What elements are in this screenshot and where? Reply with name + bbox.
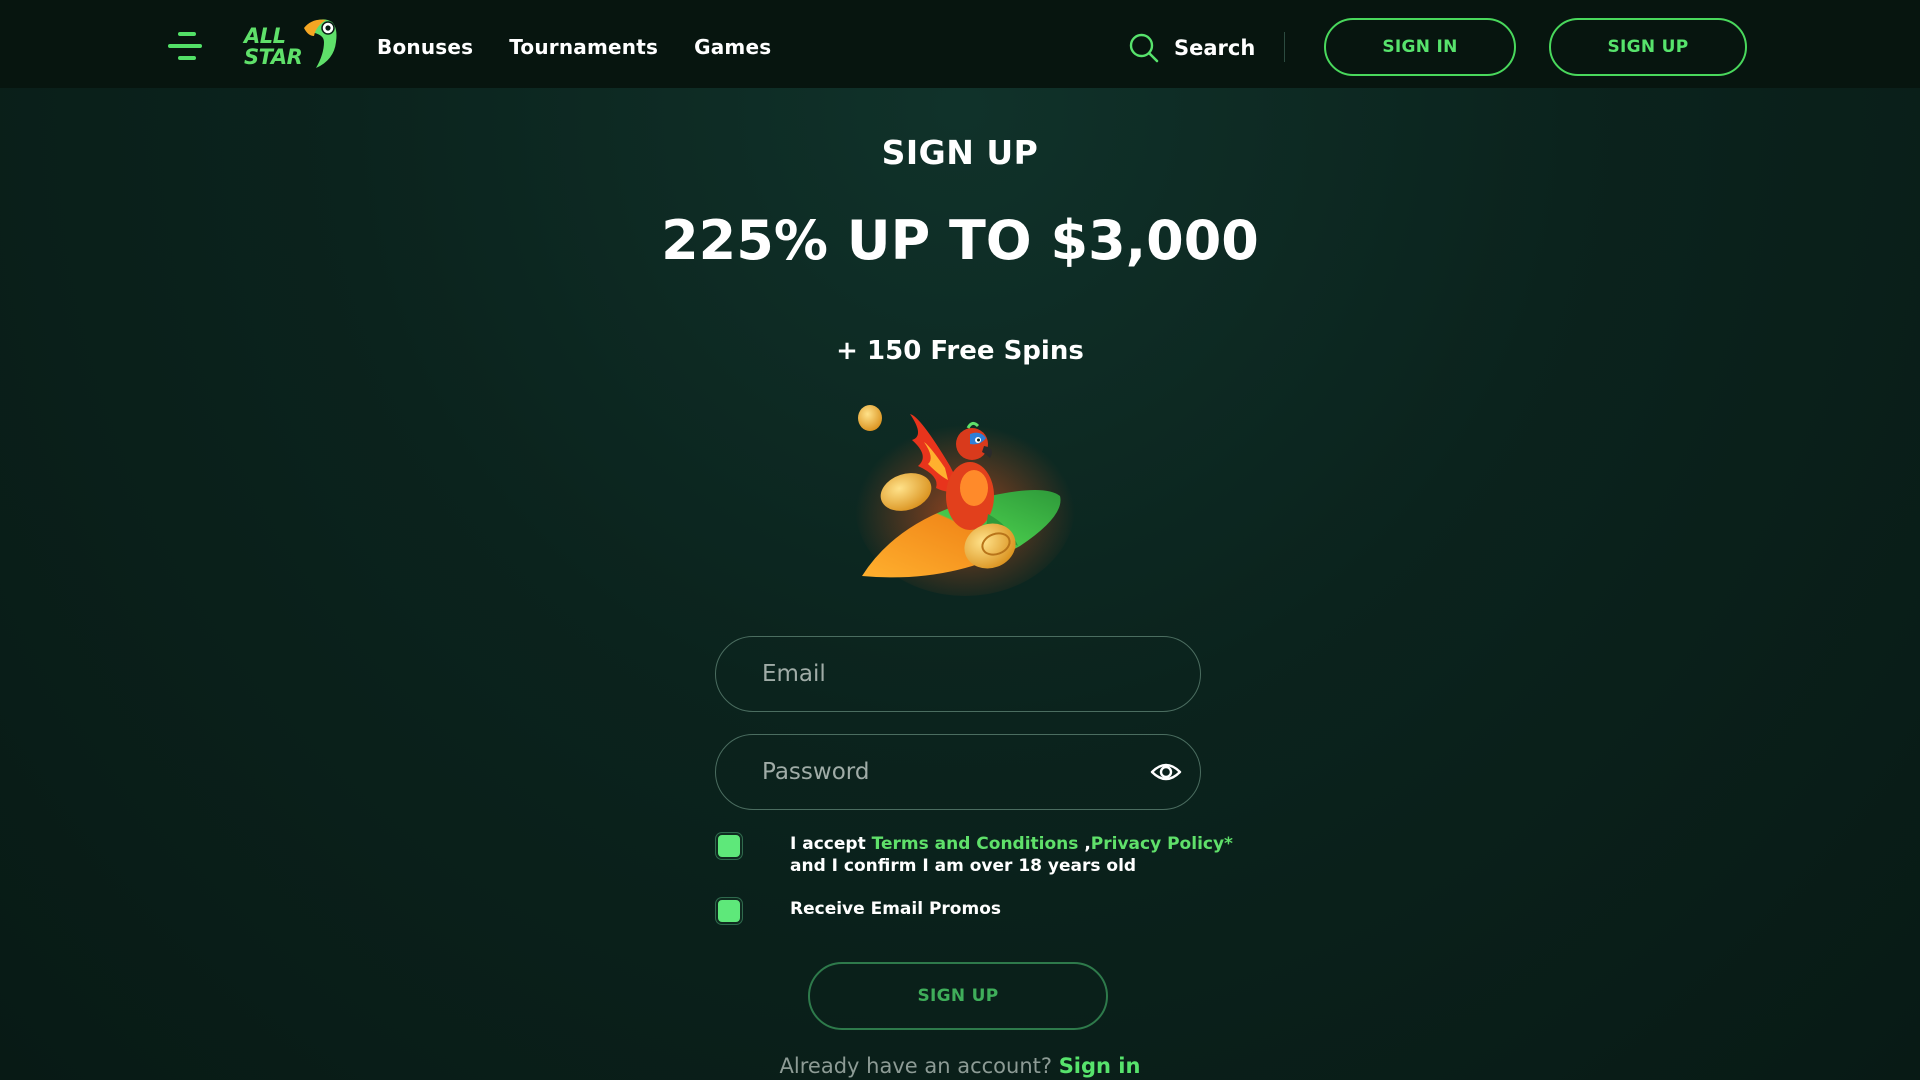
nav-games[interactable]: Games xyxy=(694,35,771,59)
sign-in-button[interactable]: SIGN IN xyxy=(1324,18,1516,76)
email-input[interactable] xyxy=(760,637,1124,711)
menu-bar xyxy=(168,44,202,48)
parrot-surfboard-illustration xyxy=(855,405,1075,596)
terms-checkbox[interactable] xyxy=(716,833,742,859)
eye-icon[interactable] xyxy=(1150,757,1182,787)
search-label: Search xyxy=(1174,36,1256,60)
promo-subtitle: + 150 Free Spins xyxy=(836,336,1084,366)
email-promos-label: Receive Email Promos xyxy=(790,899,1001,919)
terms-text: I accept Terms and Conditions ,Privacy P… xyxy=(790,833,1233,877)
sign-up-submit-button[interactable]: SIGN UP xyxy=(808,962,1108,1030)
hamburger-menu-icon[interactable] xyxy=(166,28,204,64)
main-nav: Bonuses Tournaments Games xyxy=(377,0,771,94)
terms-comma: , xyxy=(1078,834,1091,854)
logo[interactable]: ALL STAR xyxy=(240,14,340,76)
page-title: SIGN UP xyxy=(881,133,1039,172)
sign-in-link[interactable]: Sign in xyxy=(1059,1054,1141,1078)
email-promos-checkbox[interactable] xyxy=(716,898,742,924)
sign-up-button[interactable]: SIGN UP xyxy=(1549,18,1747,76)
email-field-wrapper xyxy=(715,636,1201,712)
search-button[interactable]: Search xyxy=(1128,28,1255,68)
terms-suffix: and I confirm I am over 18 years old xyxy=(790,856,1137,876)
terms-row: I accept Terms and Conditions ,Privacy P… xyxy=(716,833,1233,877)
terms-link[interactable]: Terms and Conditions xyxy=(872,834,1079,854)
privacy-link[interactable]: Privacy Policy* xyxy=(1091,834,1233,854)
menu-bar xyxy=(178,56,196,60)
signin-prompt: Already have an account? Sign in xyxy=(0,1054,1920,1078)
password-input[interactable] xyxy=(760,735,1124,809)
promo-headline: 225% UP TO $3,000 xyxy=(661,209,1259,272)
signin-prompt-text: Already have an account? xyxy=(779,1054,1059,1078)
password-field-wrapper xyxy=(715,734,1201,810)
terms-prefix: I accept xyxy=(790,834,872,854)
nav-tournaments[interactable]: Tournaments xyxy=(509,35,658,59)
header-divider xyxy=(1284,32,1285,62)
toucan-icon xyxy=(304,19,337,68)
search-icon xyxy=(1129,33,1159,63)
site-header: ALL STAR Bonuses Tournaments Games Searc… xyxy=(0,0,1920,88)
menu-bar xyxy=(178,32,196,36)
nav-bonuses[interactable]: Bonuses xyxy=(377,35,473,59)
promos-row: Receive Email Promos xyxy=(716,898,1001,924)
